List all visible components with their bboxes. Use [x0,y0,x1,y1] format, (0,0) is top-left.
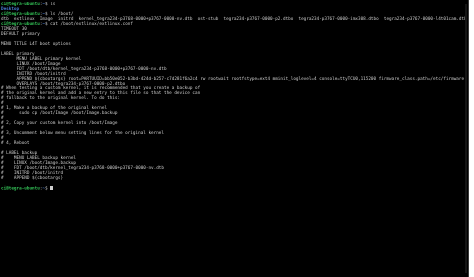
command-text: $ cat /boot/extlinux/extlinux.conf [45,21,133,27]
prompt-user-host: ci@tegra-ubuntu [1,186,40,192]
output-text: # 4, Reboot [1,141,30,147]
output-text: # sudo cp /boot/Image /boot/Image.backup [1,111,118,117]
command-text: $ ls [45,2,56,7]
output-text: # APPEND ${cbootargs} [1,175,64,181]
output-text: # 2, Copy your custom kernel into /boot/… [1,121,118,127]
output-text: # 3, Uncomment below menu setting lines … [1,131,164,137]
terminal-scrollbar[interactable] [465,4,467,273]
output-text: # fallback to the original kernel. To do… [1,96,120,102]
output-text: DEFAULT primary [1,31,40,37]
output-text: MENU TITLE L4T boot options [1,41,71,47]
terminal-window[interactable]: ci@tegra-ubuntu:~$ ls Desktop ci@tegra-ubu… [0,0,469,277]
terminal-output[interactable]: ci@tegra-ubuntu:~$ ls Desktop ci@tegra-ubu… [1,2,467,275]
text-cursor [50,185,53,191]
terminal-line: ci@tegra-ubuntu:~$ [1,185,467,192]
